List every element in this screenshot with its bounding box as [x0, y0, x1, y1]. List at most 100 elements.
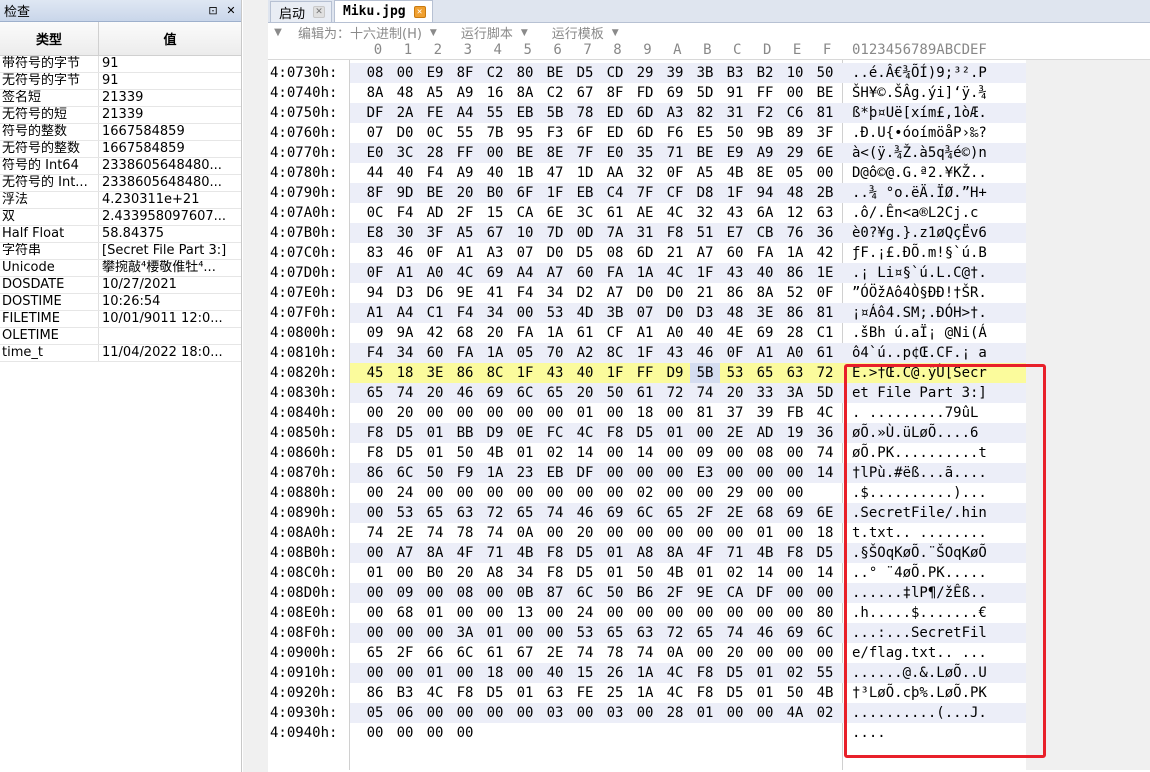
hex-byte[interactable]: 1F: [600, 363, 630, 383]
tab-start[interactable]: 启动 ✕: [270, 1, 333, 22]
hex-byte[interactable]: 8C: [600, 343, 630, 363]
hex-byte[interactable]: 0F: [720, 343, 750, 363]
hex-byte[interactable]: 01: [420, 423, 450, 443]
row-ascii[interactable]: ..° ¨4øÕ.PK.....: [842, 563, 1026, 583]
hex-byte[interactable]: 1D: [570, 163, 600, 183]
hex-byte[interactable]: 33: [750, 383, 780, 403]
hex-byte[interactable]: 03: [600, 703, 630, 723]
hex-byte[interactable]: 00: [510, 483, 540, 503]
row-ascii[interactable]: .SecretFile/.hin: [842, 503, 1026, 523]
hex-byte[interactable]: 9D: [390, 183, 420, 203]
hex-byte[interactable]: 13: [510, 603, 540, 623]
hex-byte[interactable]: 69: [480, 383, 510, 403]
row-ascii[interactable]: ß*þ¤Uë[xím£‚1òÆ.: [842, 103, 1026, 123]
hex-byte[interactable]: 8F: [600, 83, 630, 103]
hex-byte[interactable]: 7D: [540, 223, 570, 243]
hex-byte[interactable]: 74: [420, 523, 450, 543]
hex-row[interactable]: 4:0890h: 00 53 65 63 72 65 74 46 69 6C 65 2F 2E 68 69 6E…: [268, 503, 1026, 523]
hex-byte[interactable]: 74: [720, 623, 750, 643]
hex-byte[interactable]: 45: [360, 363, 390, 383]
hex-byte[interactable]: 01: [750, 663, 780, 683]
hex-byte[interactable]: 09: [390, 583, 420, 603]
hex-byte[interactable]: 87: [540, 583, 570, 603]
inspector-value-cell[interactable]: 1667584859: [99, 124, 241, 140]
hex-byte[interactable]: 66: [420, 643, 450, 663]
hex-byte[interactable]: 15: [570, 663, 600, 683]
hex-byte[interactable]: D5: [630, 423, 660, 443]
hex-byte[interactable]: 6A: [750, 203, 780, 223]
hex-byte[interactable]: 08: [750, 443, 780, 463]
hex-byte[interactable]: 2F: [660, 583, 690, 603]
hex-byte[interactable]: 48: [390, 83, 420, 103]
hex-byte[interactable]: FF: [450, 143, 480, 163]
hex-byte[interactable]: 05: [360, 703, 390, 723]
hex-byte[interactable]: 28: [660, 703, 690, 723]
hex-byte[interactable]: 53: [720, 363, 750, 383]
hex-byte[interactable]: 65: [540, 383, 570, 403]
hex-byte[interactable]: 61: [600, 203, 630, 223]
hex-byte[interactable]: 16: [480, 83, 510, 103]
hex-byte[interactable]: FB: [780, 403, 810, 423]
hex-byte[interactable]: 4C: [810, 403, 840, 423]
hex-byte[interactable]: F4: [510, 283, 540, 303]
hex-byte[interactable]: B0: [420, 563, 450, 583]
hex-byte[interactable]: 00: [480, 483, 510, 503]
hex-byte[interactable]: 86: [450, 363, 480, 383]
row-ascii[interactable]: .§ŠOqKøÕ.¨ŠOqKøÕ: [842, 543, 1026, 563]
hex-byte[interactable]: 00: [360, 583, 390, 603]
hex-byte[interactable]: A9: [450, 163, 480, 183]
hex-byte[interactable]: 07: [510, 243, 540, 263]
hex-byte[interactable]: F4: [420, 163, 450, 183]
hex-byte[interactable]: 53: [390, 503, 420, 523]
hex-byte[interactable]: D0: [390, 123, 420, 143]
hex-byte[interactable]: F9: [450, 463, 480, 483]
hex-byte[interactable]: D2: [570, 283, 600, 303]
hex-byte[interactable]: 20: [480, 323, 510, 343]
hex-byte[interactable]: 23: [510, 463, 540, 483]
hex-byte[interactable]: 4A: [780, 703, 810, 723]
hex-byte[interactable]: 1A: [480, 343, 510, 363]
hex-byte[interactable]: 40: [570, 363, 600, 383]
hex-byte[interactable]: 20: [420, 383, 450, 403]
hex-byte[interactable]: 14: [810, 463, 840, 483]
hex-byte[interactable]: 00: [360, 483, 390, 503]
inspector-value-cell[interactable]: 11/04/2022 18:0...: [99, 345, 241, 361]
hex-byte[interactable]: B2: [750, 63, 780, 83]
hex-byte[interactable]: F8: [690, 683, 720, 703]
row-hex-bytes[interactable]: DF 2A FE A4 55 EB 5B 78 ED 6D A3 82 31 F2 C6 81: [350, 103, 842, 123]
hex-byte[interactable]: 6C: [570, 583, 600, 603]
hex-byte[interactable]: 00: [540, 483, 570, 503]
hex-byte[interactable]: 07: [630, 303, 660, 323]
hex-byte[interactable]: 00: [720, 443, 750, 463]
hex-byte[interactable]: C2: [480, 63, 510, 83]
hex-byte[interactable]: 63: [810, 203, 840, 223]
hex-byte[interactable]: 69: [780, 503, 810, 523]
hex-byte[interactable]: 00: [540, 523, 570, 543]
hex-byte[interactable]: 21: [690, 283, 720, 303]
hex-byte[interactable]: 48: [780, 183, 810, 203]
hex-byte[interactable]: D3: [390, 283, 420, 303]
row-hex-bytes[interactable]: 0F A1 A0 4C 69 A4 A7 60 FA 1A 4C 1F 43 40 86 1E: [350, 263, 842, 283]
row-hex-bytes[interactable]: F8 D5 01 50 4B 01 02 14 00 14 00 09 00 08 00 74: [350, 443, 842, 463]
inspector-value-cell[interactable]: 2338605648480...: [99, 158, 241, 174]
hex-byte[interactable]: AA: [600, 163, 630, 183]
inspector-row[interactable]: DOSDATE 10/27/2021: [0, 277, 241, 294]
hex-row[interactable]: 4:0770h: E0 3C 28 FF 00 BE 8E 7F E0 35 71 BE E9 A9 29 6E…: [268, 143, 1026, 163]
hex-byte[interactable]: 00: [360, 623, 390, 643]
inspector-row[interactable]: 签名短 21339: [0, 90, 241, 107]
hex-byte[interactable]: 86: [720, 283, 750, 303]
hex-byte[interactable]: AE: [630, 203, 660, 223]
hex-byte[interactable]: F8: [690, 663, 720, 683]
hex-byte[interactable]: 61: [480, 643, 510, 663]
hex-byte[interactable]: FE: [570, 683, 600, 703]
hex-byte[interactable]: BE: [540, 63, 570, 83]
hex-byte[interactable]: 00: [450, 723, 480, 743]
hex-byte[interactable]: 00: [540, 403, 570, 423]
hex-byte[interactable]: FF: [750, 83, 780, 103]
hex-byte[interactable]: 53: [540, 303, 570, 323]
hex-byte[interactable]: 6E: [810, 143, 840, 163]
close-tab-icon[interactable]: ✕: [413, 5, 426, 18]
hex-byte[interactable]: 71: [480, 543, 510, 563]
hex-byte[interactable]: A5: [420, 83, 450, 103]
hex-byte[interactable]: F8: [600, 423, 630, 443]
